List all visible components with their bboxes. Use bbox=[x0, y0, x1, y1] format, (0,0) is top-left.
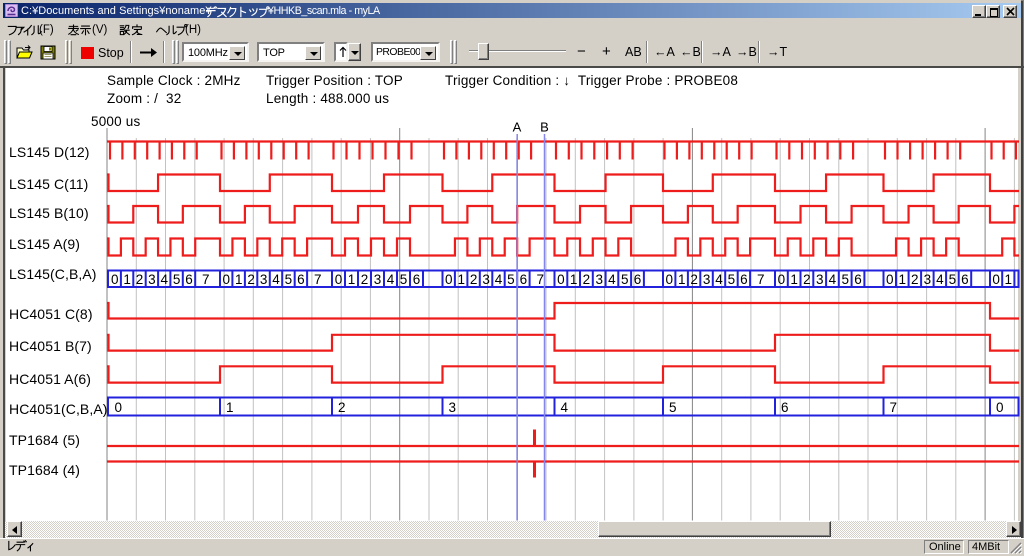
svg-text:4: 4 bbox=[387, 272, 395, 287]
svg-text:1: 1 bbox=[899, 272, 907, 287]
svg-text:2: 2 bbox=[136, 272, 144, 287]
svg-text:6: 6 bbox=[740, 272, 748, 287]
svg-text:3: 3 bbox=[260, 272, 268, 287]
svg-text:1: 1 bbox=[790, 272, 798, 287]
svg-text:6: 6 bbox=[520, 272, 528, 287]
svg-text:7: 7 bbox=[202, 272, 210, 287]
svg-text:1: 1 bbox=[678, 272, 686, 287]
svg-text:3: 3 bbox=[924, 272, 932, 287]
svg-text:4: 4 bbox=[608, 272, 616, 287]
svg-text:2: 2 bbox=[470, 272, 478, 287]
svg-text:5: 5 bbox=[285, 272, 293, 287]
svg-text:4: 4 bbox=[936, 272, 944, 287]
svg-text:3: 3 bbox=[816, 272, 824, 287]
svg-text:2: 2 bbox=[803, 272, 811, 287]
svg-text:5: 5 bbox=[949, 272, 957, 287]
svg-text:1: 1 bbox=[570, 272, 578, 287]
svg-text:0: 0 bbox=[111, 272, 119, 287]
svg-text:5: 5 bbox=[400, 272, 408, 287]
svg-text:5: 5 bbox=[841, 272, 849, 287]
svg-text:2: 2 bbox=[690, 272, 698, 287]
svg-text:3: 3 bbox=[482, 272, 490, 287]
svg-text:0: 0 bbox=[445, 272, 453, 287]
svg-text:6: 6 bbox=[185, 272, 193, 287]
svg-text:0: 0 bbox=[115, 400, 123, 415]
svg-text:5: 5 bbox=[621, 272, 629, 287]
svg-text:3: 3 bbox=[449, 400, 457, 415]
svg-text:7: 7 bbox=[536, 272, 544, 287]
svg-text:0: 0 bbox=[557, 272, 565, 287]
svg-text:2: 2 bbox=[338, 400, 346, 415]
svg-text:4: 4 bbox=[715, 272, 723, 287]
svg-text:2: 2 bbox=[361, 272, 369, 287]
svg-text:3: 3 bbox=[148, 272, 156, 287]
svg-text:1: 1 bbox=[235, 272, 243, 287]
svg-text:2: 2 bbox=[247, 272, 255, 287]
svg-text:3: 3 bbox=[703, 272, 711, 287]
svg-text:7: 7 bbox=[890, 400, 898, 415]
svg-text:7: 7 bbox=[314, 272, 322, 287]
svg-text:3: 3 bbox=[374, 272, 382, 287]
svg-text:0: 0 bbox=[992, 272, 1000, 287]
svg-text:0: 0 bbox=[996, 400, 1004, 415]
svg-text:B: B bbox=[540, 120, 549, 135]
svg-text:4: 4 bbox=[272, 272, 280, 287]
svg-text:1: 1 bbox=[123, 272, 131, 287]
svg-text:5: 5 bbox=[507, 272, 515, 287]
svg-text:0: 0 bbox=[335, 272, 343, 287]
svg-text:6: 6 bbox=[413, 272, 421, 287]
svg-text:6: 6 bbox=[634, 272, 642, 287]
svg-text:A: A bbox=[513, 120, 522, 135]
svg-text:5: 5 bbox=[669, 400, 677, 415]
svg-text:6: 6 bbox=[961, 272, 969, 287]
svg-text:3: 3 bbox=[595, 272, 603, 287]
svg-text:0: 0 bbox=[222, 272, 230, 287]
svg-text:5: 5 bbox=[173, 272, 181, 287]
svg-text:4: 4 bbox=[829, 272, 837, 287]
svg-text:4: 4 bbox=[561, 400, 569, 415]
svg-text:0: 0 bbox=[778, 272, 786, 287]
svg-text:0: 0 bbox=[665, 272, 673, 287]
svg-text:2: 2 bbox=[583, 272, 591, 287]
svg-text:4: 4 bbox=[495, 272, 503, 287]
svg-text:1: 1 bbox=[226, 400, 234, 415]
svg-text:1: 1 bbox=[1005, 272, 1013, 287]
svg-text:2: 2 bbox=[911, 272, 919, 287]
svg-text:6: 6 bbox=[297, 272, 305, 287]
svg-text:7: 7 bbox=[757, 272, 765, 287]
svg-text:6: 6 bbox=[781, 400, 789, 415]
svg-text:5: 5 bbox=[728, 272, 736, 287]
svg-text:4: 4 bbox=[160, 272, 168, 287]
svg-text:6: 6 bbox=[854, 272, 862, 287]
svg-text:1: 1 bbox=[457, 272, 465, 287]
svg-text:1: 1 bbox=[348, 272, 356, 287]
svg-text:0: 0 bbox=[886, 272, 894, 287]
